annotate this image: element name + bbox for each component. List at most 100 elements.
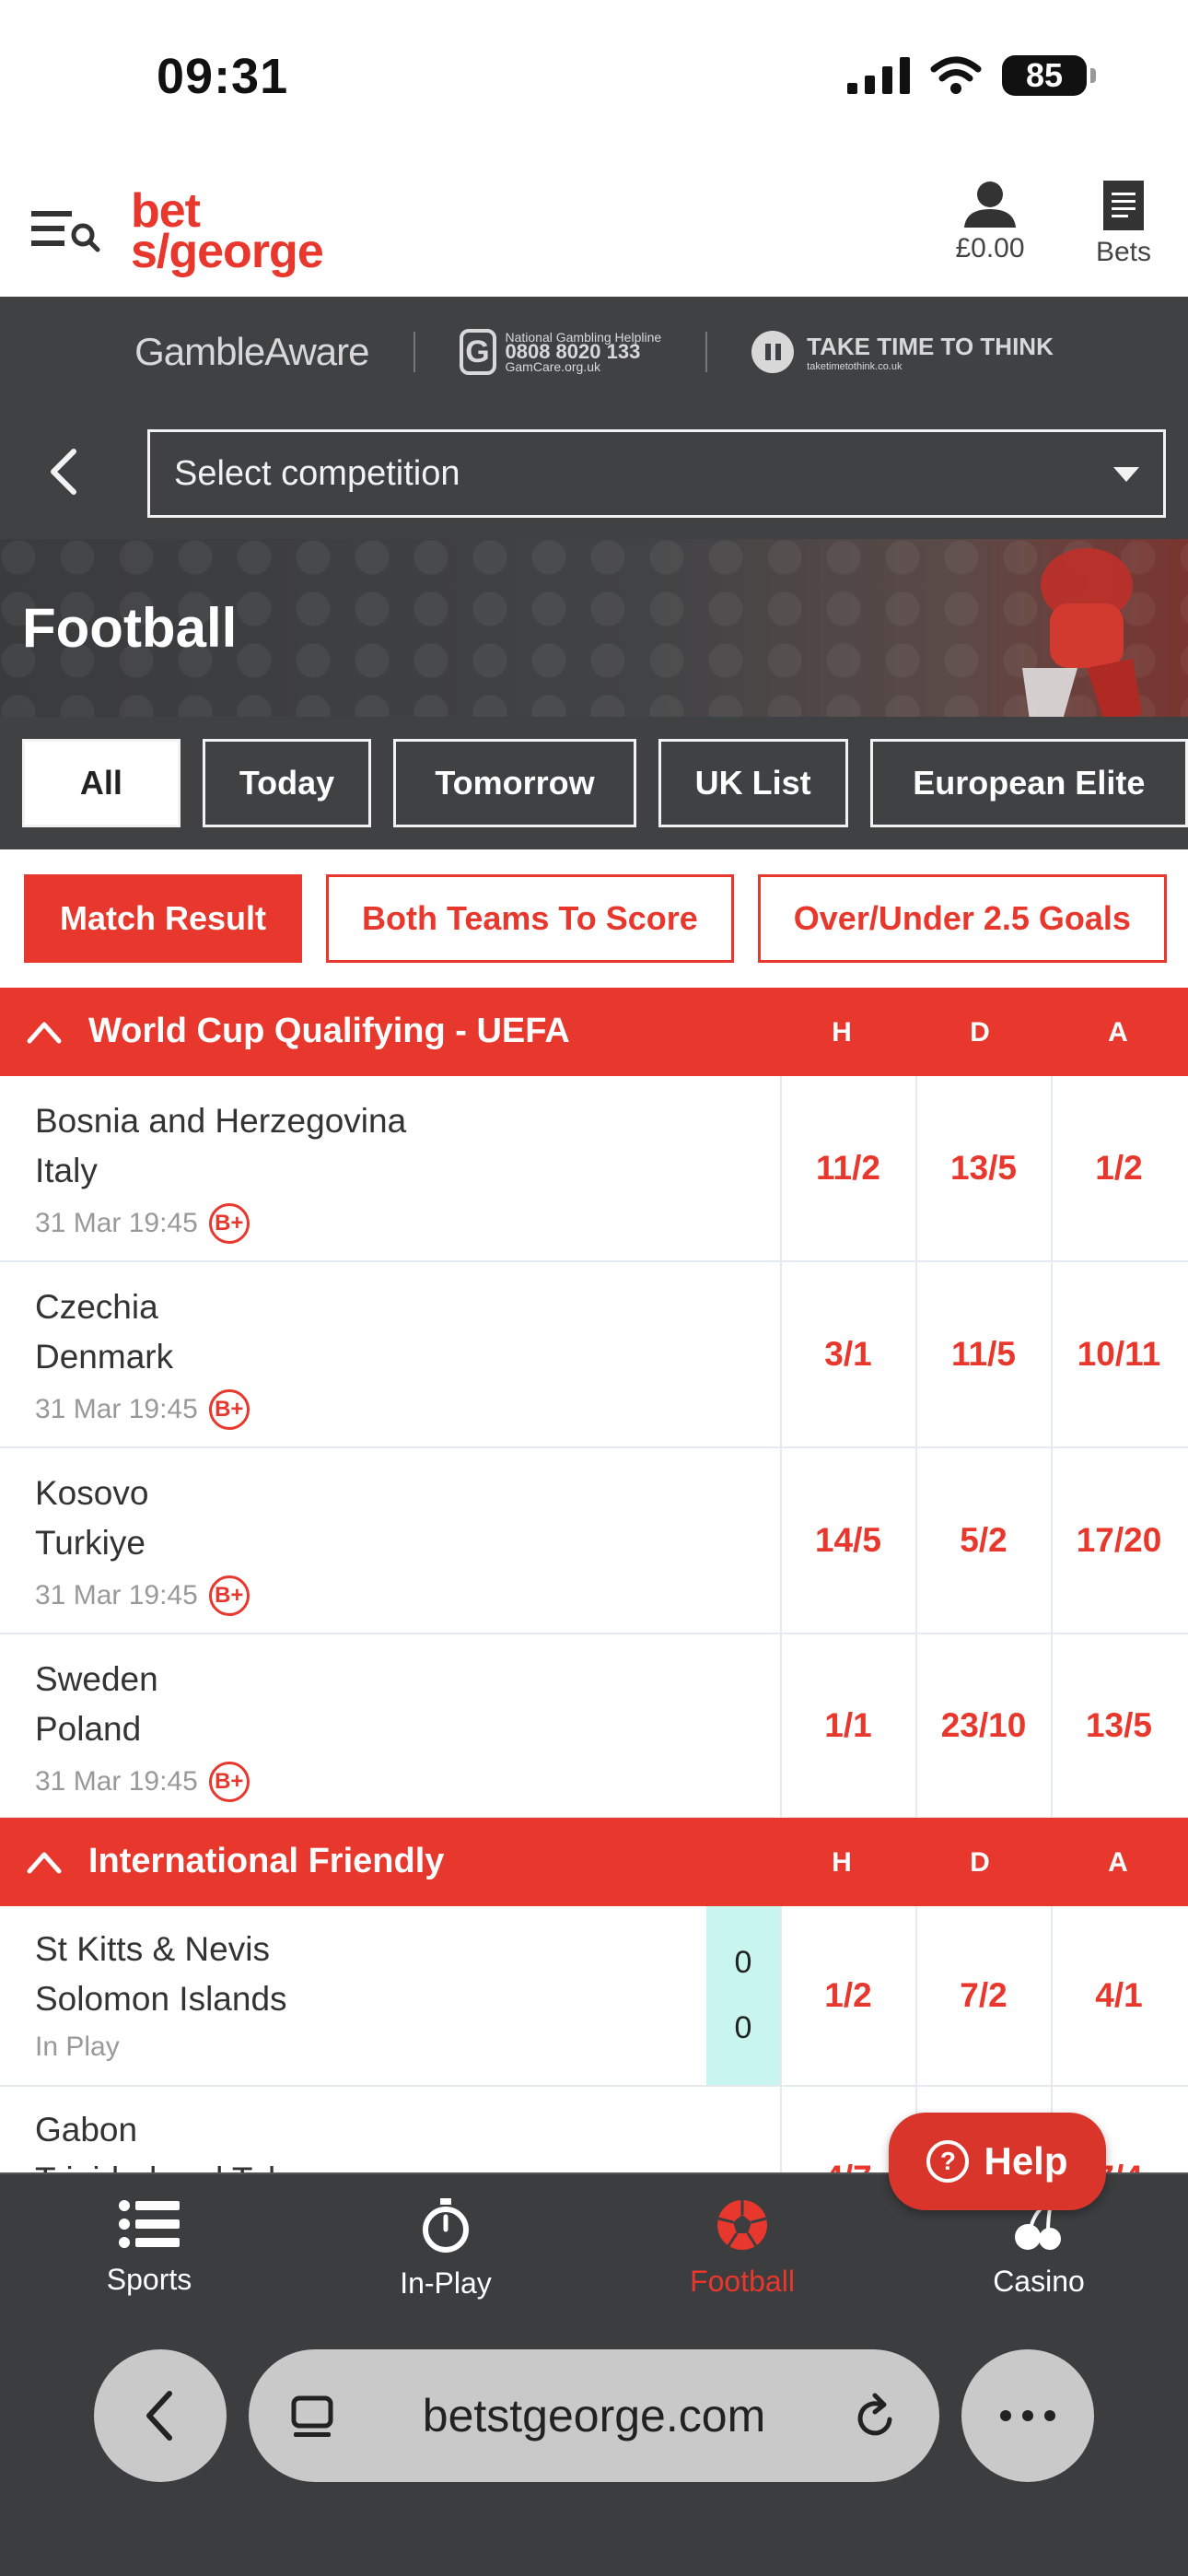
odds-draw[interactable]: 5/2 — [915, 1448, 1050, 1633]
kickoff-time: 31 Mar 19:45 — [35, 1394, 198, 1424]
tab-tomorrow[interactable]: Tomorrow — [393, 739, 636, 827]
nav-football-label: Football — [690, 2265, 795, 2298]
divider — [413, 332, 415, 372]
take-time-site: taketimetothink.co.uk — [807, 360, 903, 372]
day-filter-tabs: All Today Tomorrow UK List European Elit… — [0, 717, 1188, 849]
away-team: Poland — [35, 1710, 142, 1748]
account-button[interactable]: £0.00 — [939, 180, 1041, 264]
home-team: Bosnia and Herzegovina — [35, 1102, 407, 1140]
tab-today[interactable]: Today — [202, 739, 372, 827]
reload-icon[interactable] — [853, 2392, 899, 2441]
football-hero-banner: Football — [0, 539, 1188, 717]
away-team: Italy — [35, 1152, 98, 1189]
league-name: International Friendly — [88, 1842, 445, 1880]
competition-select-value: Select competition — [174, 453, 460, 493]
bets-label: Bets — [1095, 237, 1152, 267]
match-row[interactable]: Bosnia and Herzegovina Italy 31 Mar 19:4… — [0, 1076, 1188, 1262]
page-title: Football — [22, 597, 238, 659]
odds-home[interactable]: 1/1 — [780, 1634, 914, 1817]
chevron-up-icon — [27, 1022, 62, 1044]
gamcare-helpline[interactable]: G National Gambling Helpline 0808 8020 1… — [459, 329, 661, 375]
gambleaware-logo[interactable]: GambleAware — [134, 330, 369, 374]
column-away: A — [1108, 1017, 1128, 1048]
dot-icon — [1022, 2410, 1033, 2421]
kickoff-info: 31 Mar 19:45 B+ — [35, 1389, 250, 1430]
bets-button[interactable]: Bets — [1077, 180, 1170, 268]
helpline-site: GamCare.org.uk — [505, 359, 600, 374]
match-row[interactable]: Czechia Denmark 31 Mar 19:45 B+ 3/1 11/5… — [0, 1262, 1188, 1448]
market-tab-btts[interactable]: Both Teams To Score — [326, 874, 734, 963]
responsible-gambling-strip: GambleAware G National Gambling Helpline… — [0, 297, 1188, 407]
kickoff-info: In Play — [35, 2032, 120, 2063]
odds-draw[interactable]: 23/10 — [915, 1634, 1050, 1817]
nav-football[interactable]: Football — [632, 2198, 853, 2299]
odds-home[interactable]: 1/2 — [780, 1906, 914, 2085]
league-header[interactable]: International Friendly H D A — [0, 1818, 1188, 1906]
market-tab-match-result[interactable]: Match Result — [24, 874, 303, 963]
match-row[interactable]: Sweden Poland 31 Mar 19:45 B+ 1/1 23/10 … — [0, 1634, 1188, 1819]
odds-home[interactable]: 11/2 — [780, 1076, 914, 1260]
bet-boost-badge: B+ — [208, 1762, 250, 1802]
odds-draw[interactable]: 13/5 — [915, 1076, 1050, 1260]
column-home: H — [832, 1017, 852, 1048]
column-home: H — [832, 1847, 852, 1878]
odds-home[interactable]: 14/5 — [780, 1448, 914, 1633]
nav-casino[interactable]: Casino — [928, 2198, 1149, 2299]
nav-in-play[interactable]: In-Play — [335, 2198, 556, 2301]
odds-away[interactable]: 13/5 — [1051, 1634, 1185, 1817]
odds-draw[interactable]: 11/5 — [915, 1262, 1050, 1446]
away-team: Solomon Islands — [35, 1980, 287, 2018]
dot-icon — [1000, 2410, 1011, 2421]
dropdown-caret-icon — [1113, 467, 1139, 482]
browser-back-button[interactable] — [94, 2349, 227, 2482]
home-team: Kosovo — [35, 1474, 149, 1512]
odds-home[interactable]: 3/1 — [780, 1262, 914, 1446]
match-row[interactable]: Kosovo Turkiye 31 Mar 19:45 B+ 14/5 5/2 … — [0, 1448, 1188, 1634]
status-icons: 85 — [847, 55, 1096, 96]
away-team: Denmark — [35, 1338, 174, 1376]
match-row[interactable]: St Kitts & Nevis Solomon Islands In Play… — [0, 1906, 1188, 2087]
kickoff-time: 31 Mar 19:45 — [35, 1580, 198, 1610]
betstgeorge-logo[interactable]: bet s/george — [131, 187, 324, 275]
nav-sports[interactable]: Sports — [39, 2198, 260, 2297]
tab-uk-list[interactable]: UK List — [658, 739, 848, 827]
market-tabs: Match Result Both Teams To Score Over/Un… — [0, 849, 1188, 988]
browser-more-button[interactable] — [961, 2349, 1094, 2482]
bet-boost-badge: B+ — [208, 1203, 250, 1244]
odds-away[interactable]: 10/11 — [1051, 1262, 1185, 1446]
competition-select[interactable]: Select competition — [147, 429, 1166, 518]
status-bar: 09:31 85 — [0, 0, 1188, 161]
help-label: Help — [984, 2139, 1068, 2183]
market-tab-over-under[interactable]: Over/Under 2.5 Goals — [757, 874, 1167, 963]
odds-away[interactable]: 17/20 — [1051, 1448, 1185, 1633]
battery-indicator: 85 — [1002, 55, 1096, 96]
help-button[interactable]: ? Help — [889, 2113, 1106, 2210]
take-time-label: TAKE TIME TO THINK — [807, 332, 1054, 360]
column-away: A — [1108, 1847, 1128, 1878]
league-header[interactable]: World Cup Qualifying - UEFA H D A — [0, 988, 1188, 1076]
divider — [705, 332, 708, 372]
odds-draw[interactable]: 7/2 — [915, 1906, 1050, 2085]
in-play-label: In Play — [35, 2032, 120, 2062]
player-illustration — [1022, 548, 1142, 717]
kickoff-info: 31 Mar 19:45 B+ — [35, 1575, 250, 1616]
signal-icon — [847, 57, 910, 94]
odds-away[interactable]: 4/1 — [1051, 1906, 1185, 2085]
tab-european-elite[interactable]: European Elite — [869, 739, 1188, 827]
browser-url-text: betstgeorge.com — [422, 2390, 766, 2441]
back-chevron-icon[interactable] — [41, 444, 87, 499]
score-home: 0 — [734, 1945, 752, 1980]
stopwatch-icon — [423, 2198, 469, 2253]
menu-search-icon[interactable] — [31, 207, 101, 253]
kickoff-info: 31 Mar 19:45 B+ — [35, 1203, 250, 1244]
kickoff-time: 31 Mar 19:45 — [35, 1208, 198, 1238]
helpline-number: 0808 8020 133 — [505, 340, 641, 363]
take-time-to-think[interactable]: TAKE TIME TO THINK taketimetothink.co.uk — [751, 331, 1054, 373]
odds-away[interactable]: 1/2 — [1051, 1076, 1185, 1260]
tab-all[interactable]: All — [22, 739, 181, 827]
browser-address-bar[interactable]: betstgeorge.com — [249, 2349, 939, 2482]
list-icon — [119, 2200, 180, 2248]
home-team: St Kitts & Nevis — [35, 1930, 270, 1968]
nav-casino-label: Casino — [993, 2265, 1085, 2298]
tabs-icon — [291, 2395, 333, 2437]
